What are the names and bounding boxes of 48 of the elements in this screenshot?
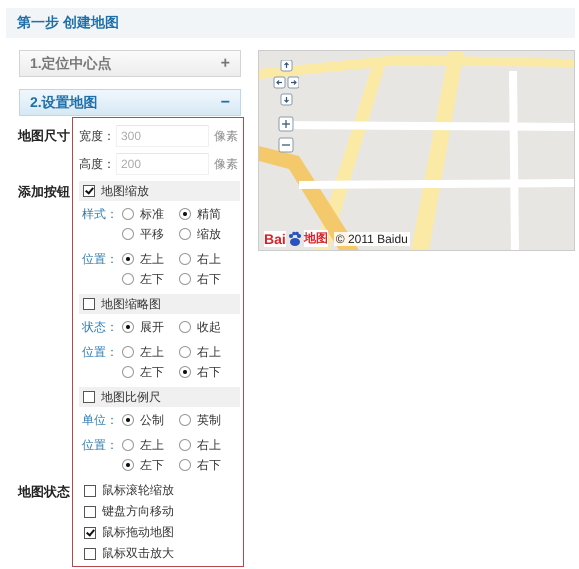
form-label: 地图状态 bbox=[18, 483, 70, 501]
radio-label[interactable]: 右上 bbox=[197, 436, 221, 454]
logo-text: Bai bbox=[264, 230, 286, 246]
radio-label[interactable]: 精简 bbox=[197, 206, 221, 222]
checkbox-label[interactable]: 鼠标滚轮缩放 bbox=[102, 482, 174, 499]
radio-label[interactable]: 左上 bbox=[140, 344, 164, 360]
accordion-step[interactable]: 2.设置地图 − bbox=[19, 89, 241, 116]
setting-label: 单位： bbox=[81, 412, 119, 429]
checkbox-label[interactable]: 鼠标拖动地图 bbox=[102, 524, 174, 541]
radio-label[interactable]: 展开 bbox=[140, 318, 164, 336]
radio-label[interactable]: 右上 bbox=[197, 344, 221, 360]
logo-text: 地图 bbox=[304, 230, 328, 247]
setting-label: 位置： bbox=[81, 437, 119, 454]
radio-label[interactable]: 公制 bbox=[140, 412, 164, 428]
copyright-text: © 2011 Baidu bbox=[334, 232, 410, 246]
radio-label[interactable]: 缩放 bbox=[197, 226, 221, 242]
radio-label[interactable]: 平移 bbox=[140, 226, 164, 242]
radio-label[interactable]: 标准 bbox=[140, 206, 164, 222]
setting-label: 样式： bbox=[81, 206, 119, 223]
radio-label[interactable]: 右上 bbox=[197, 250, 221, 268]
checkbox-label[interactable]: 地图比例尺 bbox=[101, 388, 161, 406]
checkbox-label[interactable]: 地图缩放 bbox=[101, 182, 149, 200]
input-field[interactable]: 200 bbox=[116, 153, 209, 175]
radio-label[interactable]: 右下 bbox=[197, 364, 221, 380]
field-label: 宽度： bbox=[79, 128, 116, 144]
radio-label[interactable]: 英制 bbox=[197, 412, 221, 428]
field-label: 高度： bbox=[79, 156, 116, 172]
setting-label: 状态： bbox=[81, 319, 119, 336]
section-title: 第一步 创建地图 bbox=[17, 14, 119, 32]
unit-label: 像素 bbox=[214, 128, 238, 144]
radio-label[interactable]: 右下 bbox=[197, 270, 221, 288]
checkbox-label[interactable]: 键盘方向移动 bbox=[102, 503, 174, 520]
setting-label: 位置： bbox=[81, 251, 119, 268]
input-field[interactable]: 300 bbox=[116, 125, 209, 147]
checkbox-label[interactable]: 鼠标双击放大 bbox=[102, 545, 174, 562]
radio-label[interactable]: 左上 bbox=[140, 436, 164, 454]
checkbox-label[interactable]: 地图缩略图 bbox=[101, 296, 161, 312]
radio-label[interactable]: 左上 bbox=[140, 250, 164, 268]
radio-label[interactable]: 右下 bbox=[197, 456, 221, 474]
radio-label[interactable]: 左下 bbox=[140, 364, 164, 380]
form-label: 地图尺寸 bbox=[18, 127, 70, 145]
radio-label[interactable]: 收起 bbox=[197, 318, 221, 336]
radio-label[interactable]: 左下 bbox=[140, 456, 164, 474]
form-label: 添加按钮 bbox=[18, 183, 70, 201]
setting-label: 位置： bbox=[81, 344, 119, 361]
unit-label: 像素 bbox=[214, 156, 238, 172]
accordion-step[interactable]: 1.定位中心点 + bbox=[19, 50, 241, 77]
radio-label[interactable]: 左下 bbox=[140, 270, 164, 288]
